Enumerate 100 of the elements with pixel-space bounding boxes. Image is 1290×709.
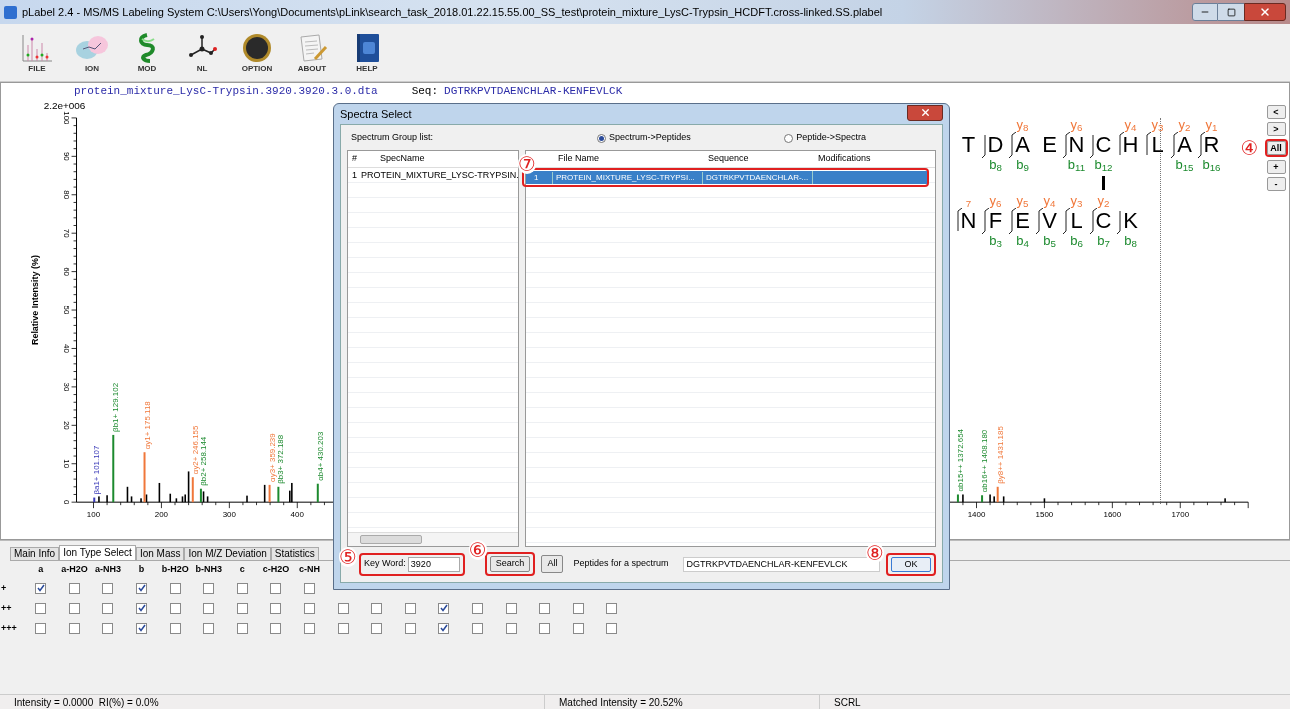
checkbox[interactable] <box>505 602 517 614</box>
dialog-title: Spectra Select <box>340 106 412 122</box>
residue-letter: H <box>1122 134 1139 156</box>
checkbox[interactable] <box>270 602 282 614</box>
zoom-button[interactable]: > <box>1266 122 1286 136</box>
checkbox[interactable] <box>236 602 248 614</box>
checkbox[interactable] <box>304 622 316 634</box>
axis-tick-label: 100 <box>86 510 101 520</box>
radio-option[interactable]: Spectrum->Peptides <box>597 131 691 145</box>
checkbox[interactable] <box>539 602 551 614</box>
checkbox[interactable] <box>35 602 47 614</box>
ok-button[interactable]: OK <box>891 556 931 572</box>
checkbox[interactable] <box>102 582 114 594</box>
close-button[interactable] <box>907 104 943 121</box>
checkbox[interactable] <box>136 602 148 614</box>
checkbox[interactable] <box>35 582 47 594</box>
zoom-button[interactable]: < <box>1266 105 1286 119</box>
fragment-bracket-icon <box>982 208 989 234</box>
checkbox[interactable] <box>606 622 618 634</box>
tab[interactable]: Statistics <box>270 547 319 560</box>
peptides-label: Peptides for a spectrum <box>573 557 670 571</box>
minimize-button[interactable] <box>1192 3 1218 21</box>
status-text: Intensity = 0.0000 RI(%) = 0.0% <box>0 695 545 709</box>
search-button[interactable]: Search <box>489 556 531 572</box>
checkbox[interactable] <box>505 622 517 634</box>
checkbox[interactable] <box>371 602 383 614</box>
checkbox[interactable] <box>35 622 47 634</box>
checkbox[interactable] <box>337 622 349 634</box>
radio-button[interactable] <box>597 133 606 143</box>
toolbar-button[interactable]: ABOUT <box>293 32 331 73</box>
residue-letter: R <box>1203 134 1220 156</box>
list-row[interactable]: 1 PROTEIN_MIXTURE_LYSC-TRYPSI... DGTRKPVTDAENCHLAR-... <box>526 171 927 184</box>
keyword-field[interactable]: 3920 <box>407 556 460 572</box>
column-header: File Name <box>557 152 600 166</box>
checkbox[interactable] <box>270 582 282 594</box>
ion-type-header: b-H2O <box>160 562 190 576</box>
checkbox[interactable] <box>304 602 316 614</box>
close-button[interactable] <box>1244 3 1286 21</box>
residue-letter: V <box>1042 210 1057 232</box>
tab[interactable]: Ion Type Select <box>59 545 136 560</box>
checkbox[interactable] <box>539 622 551 634</box>
spectrum-peak <box>263 484 266 503</box>
y-ion-label: y$_{1}$ <box>1205 118 1218 132</box>
toolbar-button[interactable]: ION <box>73 32 111 73</box>
list-row[interactable]: 1 PROTEIN_MIXTURE_LYSC-TRYPSIN. <box>348 168 518 183</box>
checkbox[interactable] <box>136 582 148 594</box>
tab[interactable]: Ion M/Z Deviation <box>184 547 271 560</box>
checkbox[interactable] <box>102 602 114 614</box>
checkbox[interactable] <box>270 622 282 634</box>
axis-tick-label: 300 <box>222 510 236 520</box>
checkbox[interactable] <box>337 602 349 614</box>
all-button[interactable]: All <box>541 555 564 573</box>
y-ion-label: y$_{4}$ <box>1043 194 1056 208</box>
radio-button[interactable] <box>784 133 794 143</box>
checkbox[interactable] <box>236 582 248 594</box>
y-ion-label: y$_{4}$ <box>1124 118 1137 132</box>
toolbar-button[interactable]: MOD <box>128 32 166 73</box>
checkbox[interactable] <box>371 622 383 634</box>
toolbar-button[interactable]: NL <box>183 32 221 73</box>
toolbar-button[interactable]: FILE <box>18 32 56 73</box>
peak-label: βa1+ 101.107 <box>92 445 102 495</box>
checkbox[interactable] <box>438 622 450 634</box>
spectrum-peak <box>277 486 280 503</box>
checkbox[interactable] <box>203 622 215 634</box>
checkbox[interactable] <box>572 622 584 634</box>
checkbox[interactable] <box>169 602 181 614</box>
checkbox[interactable] <box>404 602 416 614</box>
toolbar-button[interactable]: HELP <box>348 32 386 73</box>
checkbox[interactable] <box>572 602 584 614</box>
toolbar-button[interactable]: OPTION <box>238 32 276 73</box>
axis-tick-label: 90 <box>61 151 71 161</box>
checkbox[interactable] <box>438 602 450 614</box>
checkbox[interactable] <box>68 582 80 594</box>
radio-option[interactable]: Peptide->Spectra <box>784 131 866 145</box>
checkbox[interactable] <box>606 602 618 614</box>
zoom-button[interactable]: All <box>1266 141 1286 155</box>
tab[interactable]: Ion Mass <box>135 547 185 560</box>
checkbox[interactable] <box>68 602 80 614</box>
fragment-bracket-icon <box>1009 132 1016 158</box>
zoom-button[interactable]: - <box>1266 177 1286 191</box>
checkbox[interactable] <box>169 622 181 634</box>
checkbox[interactable] <box>236 622 248 634</box>
residue-letter: N <box>960 210 977 232</box>
checkbox[interactable] <box>404 622 416 634</box>
axis-tick-label: 40 <box>61 344 71 353</box>
checkbox[interactable] <box>68 622 80 634</box>
zoom-button[interactable]: + <box>1266 160 1286 174</box>
axis-tick-label: 70 <box>61 228 71 238</box>
checkbox[interactable] <box>136 622 148 634</box>
tab[interactable]: Main Info <box>10 547 60 560</box>
checkbox[interactable] <box>169 582 181 594</box>
checkbox[interactable] <box>203 602 215 614</box>
checkbox[interactable] <box>472 622 483 634</box>
checkbox[interactable] <box>472 602 483 614</box>
checkbox[interactable] <box>102 622 114 634</box>
maximize-button[interactable] <box>1218 3 1244 21</box>
checkbox[interactable] <box>203 582 215 594</box>
axis-tick-label: 1500 <box>1035 510 1054 520</box>
checkbox[interactable] <box>304 582 316 594</box>
scroll-thumb[interactable] <box>360 535 422 544</box>
